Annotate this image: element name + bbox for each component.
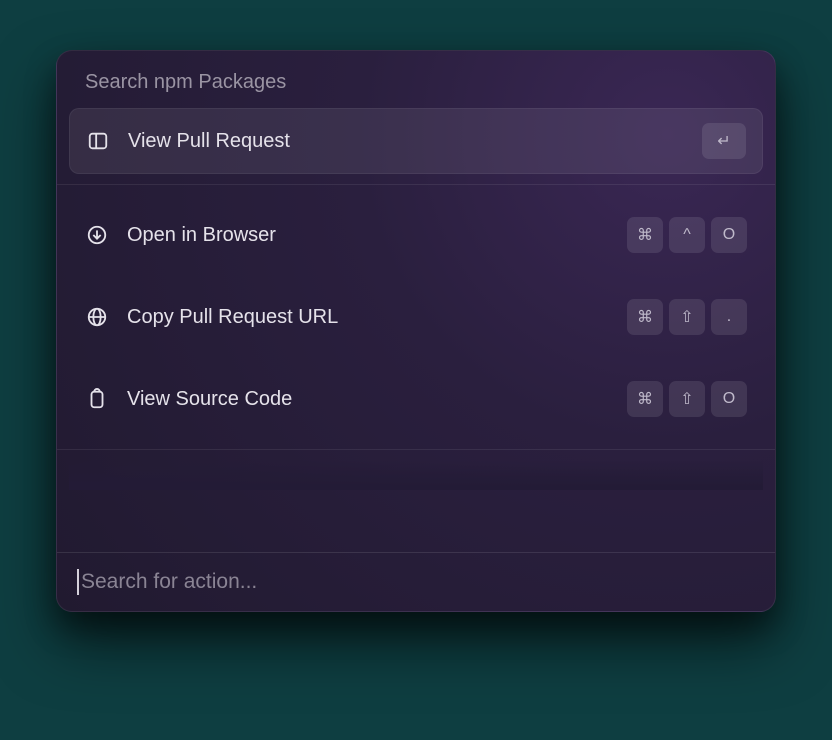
divider bbox=[57, 184, 775, 185]
shortcut-keys: ↵ bbox=[702, 123, 746, 159]
key-shift: ⇧ bbox=[669, 381, 705, 417]
key-o: O bbox=[711, 381, 747, 417]
clipboard-icon bbox=[85, 387, 109, 411]
actions-list: View Pull Request ↵ Open in Browser ⌘ bbox=[57, 108, 775, 552]
key-cmd: ⌘ bbox=[627, 217, 663, 253]
action-view-pull-request[interactable]: View Pull Request ↵ bbox=[69, 108, 763, 174]
action-label: View Pull Request bbox=[128, 130, 684, 153]
header-title: Search npm Packages bbox=[57, 51, 775, 108]
actions-section: Open in Browser ⌘ ^ O Copy Pull Request … bbox=[69, 195, 763, 439]
action-open-in-browser[interactable]: Open in Browser ⌘ ^ O bbox=[69, 203, 763, 267]
key-cmd: ⌘ bbox=[627, 299, 663, 335]
action-label: Copy Pull Request URL bbox=[127, 306, 609, 329]
key-enter: ↵ bbox=[702, 123, 746, 159]
key-ctrl: ^ bbox=[669, 217, 705, 253]
text-cursor bbox=[77, 569, 79, 595]
panel-left-icon bbox=[86, 129, 110, 153]
action-label: Open in Browser bbox=[127, 224, 609, 247]
truncated-row bbox=[69, 460, 763, 490]
shortcut-keys: ⌘ ⇧ O bbox=[627, 381, 747, 417]
actions-panel: Search npm Packages View Pull Request ↵ bbox=[56, 50, 776, 612]
shortcut-keys: ⌘ ⇧ . bbox=[627, 299, 747, 335]
action-copy-pull-request-url[interactable]: Copy Pull Request URL ⌘ ⇧ . bbox=[69, 285, 763, 349]
divider bbox=[57, 449, 775, 450]
key-o: O bbox=[711, 217, 747, 253]
search-input[interactable] bbox=[81, 570, 755, 594]
key-shift: ⇧ bbox=[669, 299, 705, 335]
action-view-source-code[interactable]: View Source Code ⌘ ⇧ O bbox=[69, 367, 763, 431]
action-label: View Source Code bbox=[127, 388, 609, 411]
search-bar bbox=[57, 552, 775, 611]
key-cmd: ⌘ bbox=[627, 381, 663, 417]
key-period: . bbox=[711, 299, 747, 335]
shortcut-keys: ⌘ ^ O bbox=[627, 217, 747, 253]
globe-icon bbox=[85, 305, 109, 329]
download-circle-icon bbox=[85, 223, 109, 247]
